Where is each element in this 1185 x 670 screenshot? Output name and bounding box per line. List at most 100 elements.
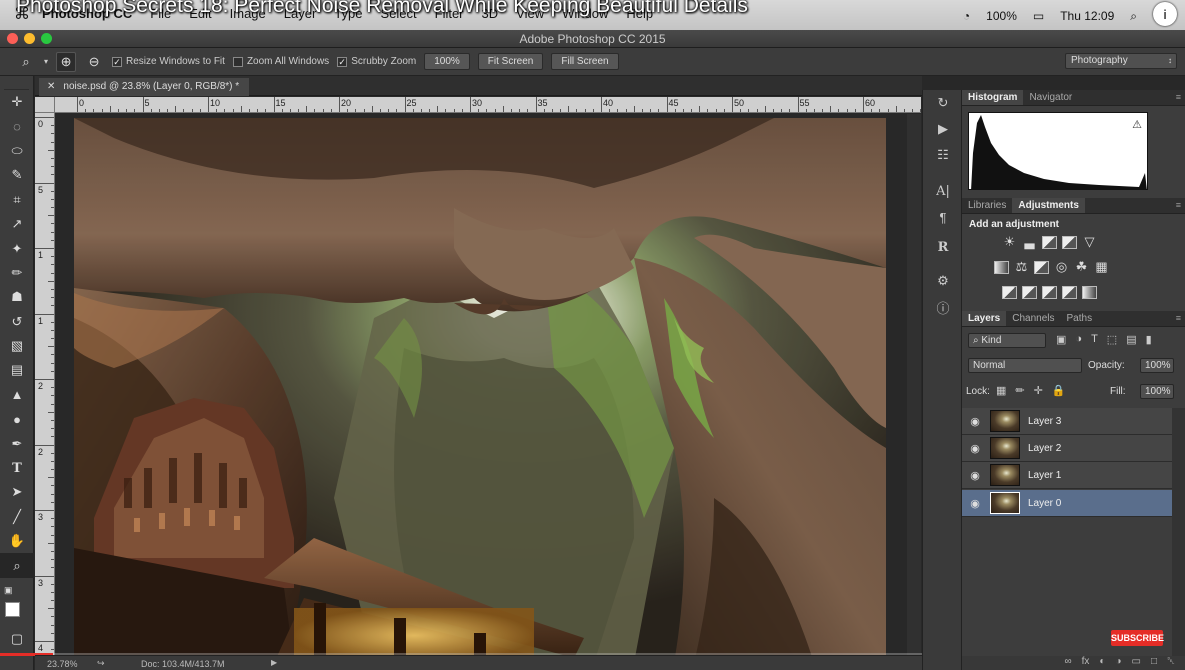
- warning-icon[interactable]: ⚠: [1130, 118, 1144, 131]
- resize-windows-checkbox[interactable]: ✓ Resize Windows to Fit: [112, 56, 225, 67]
- zoom-in-icon[interactable]: ⊕: [56, 51, 77, 72]
- layer-row-selected[interactable]: ◉ Layer 0: [962, 490, 1172, 517]
- scrubby-zoom-checkbox[interactable]: ✓ Scrubby Zoom: [337, 56, 416, 67]
- channel-mixer-icon[interactable]: ☘: [1074, 260, 1089, 274]
- layer-name[interactable]: Layer 2: [1028, 443, 1061, 454]
- toolbox-grip[interactable]: [4, 76, 29, 90]
- healing-brush-tool-icon[interactable]: ✦: [0, 236, 34, 260]
- blend-mode-select[interactable]: Normal: [968, 358, 1082, 373]
- quick-mask-icon[interactable]: ▢: [0, 627, 34, 651]
- history-panel-icon[interactable]: ↻: [923, 90, 963, 116]
- info-icon[interactable]: ⓘ: [923, 294, 963, 320]
- group-folder-icon[interactable]: ▭: [1132, 656, 1141, 670]
- workspace-select[interactable]: Photography ↕: [1065, 53, 1177, 69]
- battery-icon[interactable]: ▭: [1033, 9, 1044, 23]
- vibrance-icon[interactable]: [994, 261, 1009, 274]
- share-icon[interactable]: ↪: [97, 658, 105, 669]
- properties-panel-icon[interactable]: ☷: [923, 142, 963, 168]
- shape-layer-filter-icon[interactable]: ⬚: [1107, 333, 1117, 346]
- trash-icon[interactable]: ␡: [1167, 656, 1175, 670]
- tab-paths[interactable]: Paths: [1061, 311, 1099, 326]
- zoom-out-icon[interactable]: ⊖: [84, 52, 104, 72]
- quick-select-tool-icon[interactable]: ✎: [0, 163, 34, 187]
- fill-screen-button[interactable]: Fill Screen: [551, 53, 619, 70]
- close-icon[interactable]: ✕: [47, 78, 55, 96]
- layer-thumbnail[interactable]: [990, 410, 1020, 432]
- fit-screen-button[interactable]: Fit Screen: [477, 53, 544, 70]
- panel-menu-icon[interactable]: ≡: [1176, 92, 1181, 102]
- visibility-eye-icon[interactable]: ◉: [962, 442, 988, 455]
- layers-scrollbar[interactable]: [1172, 408, 1185, 664]
- tab-histogram[interactable]: Histogram: [962, 90, 1024, 105]
- mask-icon[interactable]: ◐: [1099, 656, 1105, 670]
- color-lookup-icon[interactable]: ▦: [1094, 260, 1109, 274]
- black-white-icon[interactable]: [1034, 261, 1049, 274]
- new-layer-icon[interactable]: □: [1151, 656, 1157, 670]
- horizontal-ruler[interactable]: 0 5 10 15 20 25 30 35 40 45 50 55 60: [55, 97, 921, 113]
- lock-all-icon[interactable]: 🔒: [1052, 384, 1066, 397]
- subscribe-button[interactable]: SUBSCRIBE: [1111, 630, 1164, 646]
- document-image[interactable]: [74, 118, 886, 655]
- modifiers-panel-icon[interactable]: ⚙: [923, 268, 963, 294]
- hand-tool-icon[interactable]: ✋: [0, 529, 34, 553]
- tab-navigator[interactable]: Navigator: [1023, 90, 1078, 105]
- visibility-eye-icon[interactable]: ◉: [962, 415, 988, 428]
- canvas-area[interactable]: [56, 114, 921, 655]
- document-size-status[interactable]: Doc: 103.4M/413.7M: [141, 659, 225, 669]
- brush-tool-icon[interactable]: ✏: [0, 261, 34, 285]
- levels-icon[interactable]: ▃: [1022, 235, 1037, 249]
- crop-tool-icon[interactable]: ⌗: [0, 188, 34, 212]
- photo-filter-icon[interactable]: ◎: [1054, 260, 1069, 274]
- zoom-tool-preset-icon[interactable]: ⌕: [16, 52, 36, 72]
- tab-libraries[interactable]: Libraries: [962, 198, 1012, 213]
- blur-tool-icon[interactable]: ▲: [0, 383, 34, 407]
- type-layer-filter-icon[interactable]: T: [1091, 333, 1098, 346]
- character-panel-icon[interactable]: A|: [923, 178, 963, 204]
- lock-position-icon[interactable]: ✛: [1034, 384, 1043, 397]
- curves-icon[interactable]: [1042, 236, 1057, 249]
- lock-pixels-icon[interactable]: ✏: [1015, 384, 1024, 397]
- fx-icon[interactable]: fx: [1082, 656, 1090, 670]
- adjustment-layer-icon[interactable]: ◑: [1115, 656, 1121, 670]
- adjustment-layer-filter-icon[interactable]: ◑: [1075, 333, 1082, 346]
- ruler-origin[interactable]: [35, 97, 55, 113]
- clone-stamp-tool-icon[interactable]: ☗: [0, 285, 34, 309]
- layer-name[interactable]: Layer 1: [1028, 470, 1061, 481]
- filter-toggle-icon[interactable]: ▮: [1146, 333, 1152, 346]
- canvas-vertical-scrollbar[interactable]: [907, 114, 921, 655]
- fill-input[interactable]: 100%: [1140, 384, 1174, 399]
- tab-channels[interactable]: Channels: [1006, 311, 1060, 326]
- selective-color-icon[interactable]: [1062, 286, 1077, 299]
- layer-row[interactable]: ◉ Layer 2: [962, 435, 1172, 462]
- panel-menu-icon[interactable]: ≡: [1176, 313, 1181, 323]
- exposure-icon[interactable]: [1062, 236, 1077, 249]
- posterize-icon[interactable]: [1022, 286, 1037, 299]
- visibility-eye-icon[interactable]: ◉: [962, 497, 988, 510]
- eraser-tool-icon[interactable]: ▧: [0, 334, 34, 358]
- pen-tool-icon[interactable]: ✒: [0, 431, 34, 455]
- layer-name[interactable]: Layer 0: [1028, 498, 1061, 509]
- clock-text[interactable]: Thu 12:09: [1060, 9, 1114, 23]
- invert-icon[interactable]: [1002, 286, 1017, 299]
- color-swatches-icon[interactable]: [0, 602, 34, 626]
- actions-panel-icon[interactable]: ▶: [923, 116, 963, 142]
- layer-kind-filter[interactable]: ⌕ Kind: [968, 333, 1046, 348]
- eyedropper-tool-icon[interactable]: ↗: [0, 212, 34, 236]
- document-tab[interactable]: ✕ noise.psd @ 23.8% (Layer 0, RGB/8*) *: [39, 78, 250, 96]
- tab-layers[interactable]: Layers: [962, 311, 1007, 326]
- pixel-layer-filter-icon[interactable]: ▣: [1056, 333, 1066, 346]
- layer-thumbnail[interactable]: [990, 437, 1020, 459]
- gradient-map-icon[interactable]: [1082, 286, 1097, 299]
- foreground-color-swatch[interactable]: [5, 602, 20, 618]
- tab-adjustments[interactable]: Adjustments: [1012, 198, 1085, 213]
- lasso-tool-icon[interactable]: ⬭: [0, 139, 34, 163]
- lock-transparency-icon[interactable]: ▦: [996, 384, 1006, 397]
- layer-row[interactable]: ◉ Layer 1: [962, 462, 1172, 489]
- wifi-icon[interactable]: ◔: [963, 9, 970, 23]
- layer-thumbnail[interactable]: [990, 492, 1020, 514]
- color-balance-icon[interactable]: ⚖: [1014, 260, 1029, 274]
- zoom-all-windows-checkbox[interactable]: Zoom All Windows: [232, 56, 329, 67]
- smart-object-filter-icon[interactable]: ▤: [1126, 333, 1136, 346]
- marquee-tool-icon[interactable]: ◌: [0, 114, 34, 138]
- link-layers-icon[interactable]: ∞: [1064, 656, 1071, 670]
